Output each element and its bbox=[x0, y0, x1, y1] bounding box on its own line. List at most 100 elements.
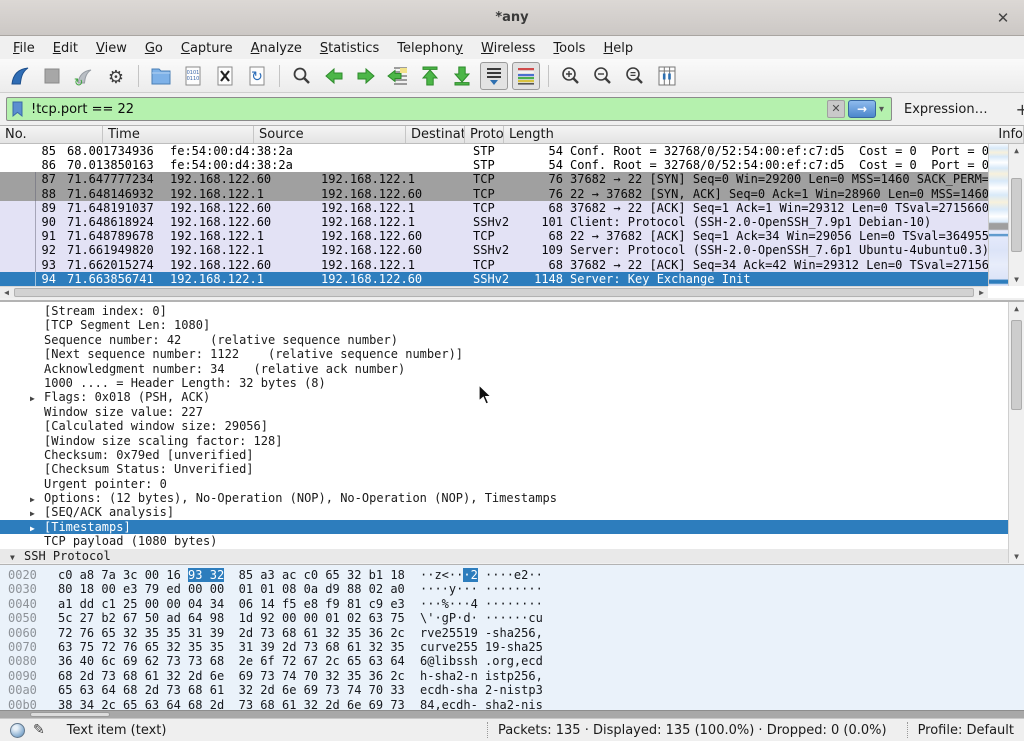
capture-comment-icon[interactable]: ✎ bbox=[33, 722, 45, 738]
capture-options-button[interactable]: ⚙ bbox=[102, 62, 130, 90]
detail-tree-item[interactable]: ▶[Timestamps] bbox=[0, 520, 1024, 534]
scroll-up-icon[interactable]: ▲ bbox=[1009, 304, 1024, 313]
table-row[interactable]: 8971.648191037192.168.122.60192.168.122.… bbox=[0, 201, 988, 215]
profile-status[interactable]: Profile: Default bbox=[918, 723, 1014, 738]
detail-tree-item[interactable]: [Next sequence number: 1122 (relative se… bbox=[0, 347, 1024, 361]
detail-tree-item[interactable]: Window size value: 227 bbox=[0, 405, 1024, 419]
auto-scroll-toggle[interactable] bbox=[480, 62, 508, 90]
zoom-in-button[interactable] bbox=[557, 62, 585, 90]
close-file-button[interactable] bbox=[211, 62, 239, 90]
bookmark-icon[interactable] bbox=[10, 100, 25, 118]
detail-tree-item[interactable]: ▼SSH Protocol bbox=[0, 549, 1024, 563]
table-row[interactable]: 8568.001734936fe:54:00:d4:38:2aSTP54Conf… bbox=[0, 144, 988, 158]
detail-tree-item[interactable]: Acknowledgment number: 34 (relative ack … bbox=[0, 362, 1024, 376]
menu-item[interactable]: Help bbox=[594, 39, 642, 58]
start-capture-button[interactable] bbox=[6, 62, 34, 90]
zoom-out-button[interactable] bbox=[589, 62, 617, 90]
expert-info-icon[interactable] bbox=[10, 723, 25, 738]
hex-row[interactable]: 0060 72 76 65 32 35 35 31 39 2d 73 68 61… bbox=[8, 626, 1024, 640]
detail-tree-item[interactable]: 1000 .... = Header Length: 32 bytes (8) bbox=[0, 376, 1024, 390]
column-header[interactable]: No. bbox=[0, 126, 103, 143]
hex-row[interactable]: 0040 a1 dd c1 25 00 00 04 34 06 14 f5 e8… bbox=[8, 597, 1024, 611]
menu-item[interactable]: Go bbox=[136, 39, 172, 58]
find-packet-button[interactable] bbox=[288, 62, 316, 90]
details-vertical-scrollbar[interactable]: ▲ ▼ bbox=[1008, 302, 1024, 563]
column-header[interactable]: Source bbox=[254, 126, 406, 143]
menu-item[interactable]: Telephony bbox=[388, 39, 472, 58]
hex-dump[interactable]: 0020 c0 a8 7a 3c 00 16 93 32 85 a3 ac c0… bbox=[0, 565, 1024, 710]
column-header[interactable]: Length bbox=[504, 126, 993, 143]
column-header[interactable]: Time bbox=[103, 126, 254, 143]
go-forward-button[interactable] bbox=[352, 62, 380, 90]
apply-filter-icon[interactable]: → bbox=[848, 100, 876, 118]
detail-tree-item[interactable]: ▶[SEQ/ACK analysis] bbox=[0, 505, 1024, 519]
hex-row[interactable]: 0070 63 75 72 76 65 32 35 35 31 39 2d 73… bbox=[8, 640, 1024, 654]
scroll-right-icon[interactable]: ▶ bbox=[975, 287, 988, 298]
table-row[interactable]: 9371.662015274192.168.122.60192.168.122.… bbox=[0, 258, 988, 272]
menu-item[interactable]: File bbox=[4, 39, 44, 58]
save-file-button[interactable]: 01010110 bbox=[179, 62, 207, 90]
detail-tree-item[interactable]: [Calculated window size: 29056] bbox=[0, 419, 1024, 433]
close-icon[interactable]: ✕ bbox=[994, 9, 1012, 27]
column-header[interactable]: Protocol bbox=[465, 126, 504, 143]
scroll-down-icon[interactable]: ▼ bbox=[1009, 552, 1024, 561]
menu-item[interactable]: Edit bbox=[44, 39, 87, 58]
detail-tree-item[interactable]: Sequence number: 42 (relative sequence n… bbox=[0, 333, 1024, 347]
hex-row[interactable]: 00b0 38 34 2c 65 63 64 68 2d 73 68 61 32… bbox=[8, 698, 1024, 710]
detail-tree-item[interactable]: [Checksum Status: Unverified] bbox=[0, 462, 1024, 476]
menu-item[interactable]: Capture bbox=[172, 39, 242, 58]
detail-tree-item[interactable]: [TCP Segment Len: 1080] bbox=[0, 318, 1024, 332]
table-row[interactable]: 8771.647777234192.168.122.60192.168.122.… bbox=[0, 172, 988, 186]
menu-item[interactable]: Analyze bbox=[242, 39, 311, 58]
packet-list-horizontal-scrollbar[interactable]: ◀ ▶ bbox=[0, 286, 988, 298]
detail-tree-item[interactable]: Checksum: 0x79ed [unverified] bbox=[0, 448, 1024, 462]
reload-file-button[interactable]: ↻ bbox=[243, 62, 271, 90]
stop-capture-button[interactable] bbox=[38, 62, 66, 90]
table-row[interactable]: 8871.648146932192.168.122.1192.168.122.6… bbox=[0, 187, 988, 201]
column-header[interactable]: Info bbox=[993, 126, 1024, 143]
intelligent-scrollbar-minimap[interactable] bbox=[988, 144, 1008, 286]
menu-item[interactable]: Statistics bbox=[311, 39, 388, 58]
table-row[interactable]: 8670.013850163fe:54:00:d4:38:2aSTP54Conf… bbox=[0, 158, 988, 172]
clear-filter-icon[interactable]: ✕ bbox=[827, 100, 845, 118]
go-back-button[interactable] bbox=[320, 62, 348, 90]
menu-item[interactable]: Wireless bbox=[472, 39, 544, 58]
hex-row[interactable]: 0050 5c 27 b2 67 50 ad 64 98 1d 92 00 00… bbox=[8, 611, 1024, 625]
expression-button[interactable]: Expression… bbox=[904, 102, 988, 117]
scroll-up-icon[interactable]: ▲ bbox=[1009, 146, 1024, 155]
scrollbar-thumb[interactable] bbox=[14, 288, 974, 297]
detail-tree-item[interactable]: [Stream index: 0] bbox=[0, 304, 1024, 318]
hex-row[interactable]: 0030 80 18 00 e3 79 ed 00 00 01 01 08 0a… bbox=[8, 582, 1024, 596]
go-first-button[interactable] bbox=[416, 62, 444, 90]
scroll-left-icon[interactable]: ◀ bbox=[0, 287, 13, 298]
hex-row[interactable]: 0080 36 40 6c 69 62 73 73 68 2e 6f 72 67… bbox=[8, 654, 1024, 668]
menu-item[interactable]: Tools bbox=[544, 39, 594, 58]
go-last-button[interactable] bbox=[448, 62, 476, 90]
hex-row[interactable]: 0020 c0 a8 7a 3c 00 16 93 32 85 a3 ac c0… bbox=[8, 568, 1024, 582]
hex-row[interactable]: 00a0 65 63 64 68 2d 73 68 61 32 2d 6e 69… bbox=[8, 683, 1024, 697]
column-header[interactable]: Destination bbox=[406, 126, 465, 143]
zoom-reset-button[interactable] bbox=[621, 62, 649, 90]
filter-dropdown-icon[interactable]: ▾ bbox=[879, 104, 884, 115]
detail-tree-item[interactable]: ▶Options: (12 bytes), No-Operation (NOP)… bbox=[0, 491, 1024, 505]
detail-tree-item[interactable]: ▶Flags: 0x018 (PSH, ACK) bbox=[0, 390, 1024, 404]
detail-tree-item[interactable]: Urgent pointer: 0 bbox=[0, 477, 1024, 491]
scrollbar-thumb[interactable] bbox=[1011, 320, 1022, 410]
scrollbar-thumb[interactable] bbox=[30, 712, 110, 717]
table-row[interactable]: 9171.648789678192.168.122.1192.168.122.6… bbox=[0, 229, 988, 243]
colorize-toggle[interactable] bbox=[512, 62, 540, 90]
menu-item[interactable]: View bbox=[87, 39, 136, 58]
scroll-down-icon[interactable]: ▼ bbox=[1009, 275, 1024, 284]
open-file-button[interactable] bbox=[147, 62, 175, 90]
detail-tree-item[interactable]: TCP payload (1080 bytes) bbox=[0, 534, 1024, 548]
scrollbar-thumb[interactable] bbox=[1011, 178, 1022, 252]
go-to-packet-button[interactable] bbox=[384, 62, 412, 90]
detail-tree-item[interactable]: [Window size scaling factor: 128] bbox=[0, 434, 1024, 448]
add-filter-button[interactable]: + bbox=[1008, 100, 1024, 119]
table-row[interactable]: 9471.663856741192.168.122.1192.168.122.6… bbox=[0, 272, 988, 286]
restart-capture-button[interactable]: ↻ bbox=[70, 62, 98, 90]
bytes-horizontal-scrollbar[interactable] bbox=[0, 710, 1024, 718]
display-filter-input[interactable]: !tcp.port == 22 ✕ → ▾ bbox=[6, 97, 892, 121]
resize-columns-button[interactable] bbox=[653, 62, 681, 90]
table-row[interactable]: 9071.648618924192.168.122.60192.168.122.… bbox=[0, 215, 988, 229]
